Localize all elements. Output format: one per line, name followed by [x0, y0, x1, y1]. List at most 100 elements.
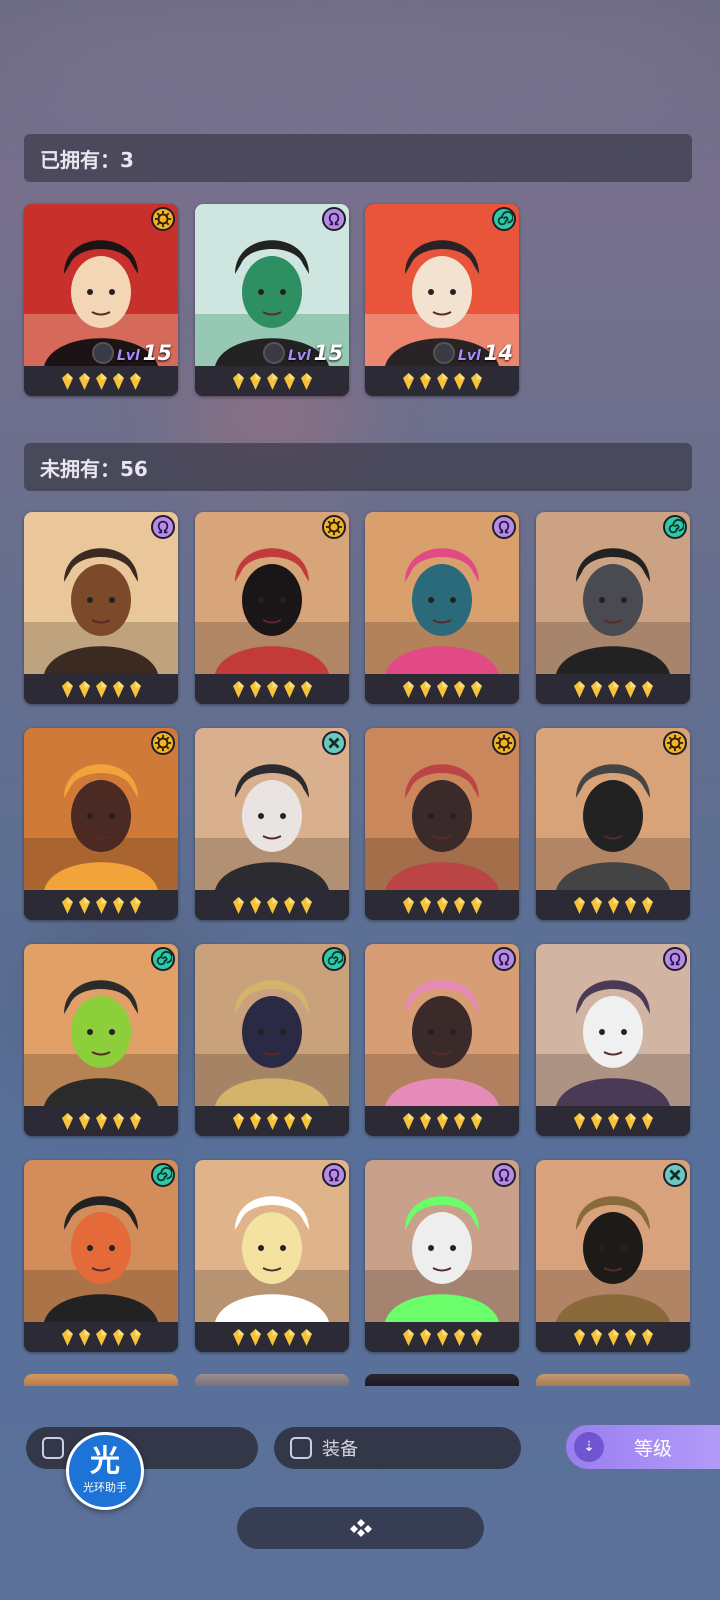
unowned-section-header: 未拥有：56 — [24, 443, 692, 491]
star-icon — [249, 1328, 261, 1346]
star-icon — [266, 1112, 278, 1130]
star-icon — [590, 1328, 602, 1346]
star-icon — [283, 372, 295, 390]
unowned-hero-card[interactable] — [195, 944, 349, 1136]
star-icon — [402, 372, 414, 390]
star-icon — [436, 1112, 448, 1130]
star-icon — [573, 1112, 585, 1130]
hero-star-rating — [365, 674, 519, 704]
assistant-floating-button[interactable]: 光 光环助手 — [66, 1432, 144, 1510]
star-icon — [300, 1328, 312, 1346]
star-icon — [61, 896, 73, 914]
unowned-hero-card[interactable] — [24, 728, 178, 920]
star-icon — [300, 680, 312, 698]
star-icon — [573, 1328, 585, 1346]
star-icon — [129, 680, 141, 698]
star-icon — [129, 372, 141, 390]
hero-card-partial[interactable] — [24, 1374, 178, 1386]
hero-star-rating — [24, 674, 178, 704]
unowned-hero-card[interactable] — [365, 512, 519, 704]
star-icon — [266, 680, 278, 698]
level-sort-label: 等级 — [634, 1437, 673, 1460]
star-icon — [436, 896, 448, 914]
star-icon — [266, 372, 278, 390]
unowned-hero-card[interactable] — [536, 944, 690, 1136]
star-icon — [573, 680, 585, 698]
star-icon — [95, 896, 107, 914]
equipment-filter[interactable]: 装备 — [274, 1427, 521, 1469]
omega-faction-icon — [663, 947, 687, 971]
star-icon — [300, 1112, 312, 1130]
sun-faction-icon — [151, 207, 175, 231]
spiral-faction-icon — [151, 947, 175, 971]
filter-checkbox[interactable] — [42, 1437, 64, 1459]
star-icon — [453, 680, 465, 698]
sun-faction-icon — [322, 515, 346, 539]
star-icon — [283, 896, 295, 914]
star-icon — [607, 1328, 619, 1346]
star-icon — [590, 896, 602, 914]
star-icon — [112, 680, 124, 698]
star-icon — [453, 896, 465, 914]
cross-faction-icon — [663, 1163, 687, 1187]
star-icon — [78, 372, 90, 390]
omega-faction-icon — [151, 515, 175, 539]
cross-faction-icon — [322, 731, 346, 755]
star-icon — [590, 1112, 602, 1130]
star-icon — [419, 896, 431, 914]
omega-faction-icon — [492, 515, 516, 539]
owned-hero-card[interactable]: Lvl 15 — [195, 204, 349, 396]
star-icon — [453, 1112, 465, 1130]
owned-hero-card[interactable]: Lvl 14 — [365, 204, 519, 396]
unowned-hero-card[interactable] — [536, 1160, 690, 1352]
spiral-faction-icon — [151, 1163, 175, 1187]
spiral-faction-icon — [492, 207, 516, 231]
sun-faction-icon — [663, 731, 687, 755]
unowned-hero-card[interactable] — [24, 944, 178, 1136]
star-icon — [453, 1328, 465, 1346]
star-icon — [419, 680, 431, 698]
star-icon — [78, 1328, 90, 1346]
star-icon — [112, 372, 124, 390]
star-icon — [300, 896, 312, 914]
unowned-hero-card[interactable] — [24, 1160, 178, 1352]
star-icon — [607, 680, 619, 698]
unowned-hero-card[interactable] — [195, 728, 349, 920]
unowned-hero-card[interactable] — [536, 728, 690, 920]
star-icon — [402, 680, 414, 698]
unowned-hero-card[interactable] — [536, 512, 690, 704]
hero-star-rating — [24, 890, 178, 920]
unowned-hero-card[interactable] — [365, 728, 519, 920]
star-icon — [573, 896, 585, 914]
star-icon — [61, 680, 73, 698]
hero-level: Lvl 15 — [288, 341, 343, 365]
star-icon — [232, 1112, 244, 1130]
star-icon — [641, 1328, 653, 1346]
equipment-slot-icon — [433, 342, 455, 364]
spiral-faction-icon — [663, 515, 687, 539]
unowned-hero-card[interactable] — [365, 1160, 519, 1352]
hero-star-rating — [365, 890, 519, 920]
star-icon — [95, 372, 107, 390]
star-icon — [95, 680, 107, 698]
star-icon — [624, 1328, 636, 1346]
hero-card-partial[interactable] — [536, 1374, 690, 1386]
hero-card-partial[interactable] — [365, 1374, 519, 1386]
star-icon — [78, 896, 90, 914]
star-icon — [61, 1328, 73, 1346]
equipment-checkbox[interactable] — [290, 1437, 312, 1459]
unowned-hero-card[interactable] — [365, 944, 519, 1136]
unowned-hero-card[interactable] — [195, 1160, 349, 1352]
star-icon — [95, 1328, 107, 1346]
level-sort-button[interactable]: ⇣ 等级 — [566, 1425, 720, 1469]
expand-toggle-button[interactable] — [237, 1507, 484, 1549]
hero-card-partial[interactable] — [195, 1374, 349, 1386]
owned-hero-card[interactable]: Lvl 15 — [24, 204, 178, 396]
unowned-hero-card[interactable] — [195, 512, 349, 704]
unowned-hero-card[interactable] — [24, 512, 178, 704]
star-icon — [112, 1112, 124, 1130]
star-icon — [232, 1328, 244, 1346]
hero-level-label: Lvl — [116, 348, 140, 364]
star-icon — [470, 1112, 482, 1130]
star-icon — [419, 1112, 431, 1130]
